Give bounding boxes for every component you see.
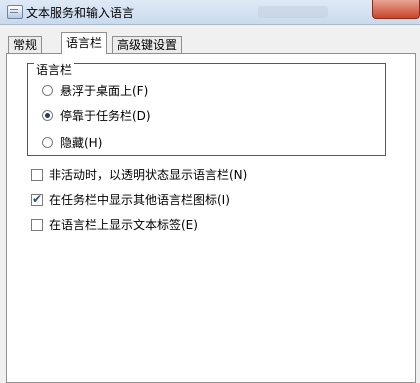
- radio-dock-in-taskbar-label: 停靠于任务栏(D): [60, 109, 151, 123]
- tab-advanced-key-settings[interactable]: 高级键设置: [112, 36, 183, 53]
- checkbox-show-text-labels-box[interactable]: [31, 218, 43, 231]
- title-bar-blurred-area: [258, 6, 328, 18]
- radio-float-on-desktop[interactable]: 悬浮于桌面上(F): [42, 82, 148, 99]
- close-button[interactable]: [372, 0, 420, 19]
- radio-float-on-desktop-indicator[interactable]: [42, 85, 53, 96]
- radio-hidden-indicator[interactable]: [42, 137, 53, 148]
- checkbox-show-additional-icons-box[interactable]: ✔: [31, 191, 43, 206]
- checkbox-show-text-labels[interactable]: 在语言栏上显示文本标签(E): [31, 216, 198, 233]
- language-bar-group-title: 语言栏: [34, 63, 75, 77]
- radio-hidden[interactable]: 隐藏(H): [42, 134, 102, 151]
- language-bar-group: 语言栏 悬浮于桌面上(F) 停靠于任务栏(D) 隐藏(H): [27, 63, 386, 156]
- tab-general-label: 常规: [13, 38, 38, 52]
- radio-float-on-desktop-label: 悬浮于桌面上(F): [60, 84, 149, 98]
- radio-dock-in-taskbar-indicator[interactable]: [42, 110, 53, 121]
- tab-advanced-key-settings-label: 高级键设置: [117, 38, 178, 52]
- radio-hidden-label: 隐藏(H): [60, 136, 103, 150]
- checkbox-transparent-when-inactive-label: 非活动时，以透明状态显示语言栏(N): [49, 168, 248, 182]
- checkbox-transparent-when-inactive[interactable]: 非活动时，以透明状态显示语言栏(N): [31, 166, 247, 183]
- checkmark-icon: ✔: [32, 191, 43, 206]
- radio-dock-in-taskbar[interactable]: 停靠于任务栏(D): [42, 107, 151, 124]
- tab-panel-language-bar: 语言栏 悬浮于桌面上(F) 停靠于任务栏(D) 隐藏(H) 非活动时，以透明状态…: [6, 53, 416, 383]
- checkbox-show-text-labels-label: 在语言栏上显示文本标签(E): [49, 218, 198, 232]
- checkbox-show-additional-icons[interactable]: ✔ 在任务栏中显示其他语言栏图标(I): [31, 191, 230, 208]
- checkbox-show-additional-icons-label: 在任务栏中显示其他语言栏图标(I): [49, 193, 230, 207]
- title-bar: 文本服务和输入语言: [0, 0, 420, 25]
- tab-language-bar[interactable]: 语言栏: [61, 32, 108, 54]
- checkbox-transparent-when-inactive-box[interactable]: [31, 168, 43, 181]
- tab-language-bar-label: 语言栏: [66, 36, 103, 50]
- tab-general[interactable]: 常规: [8, 36, 43, 53]
- window-app-icon: [7, 5, 23, 19]
- window-title: 文本服务和输入语言: [26, 6, 135, 20]
